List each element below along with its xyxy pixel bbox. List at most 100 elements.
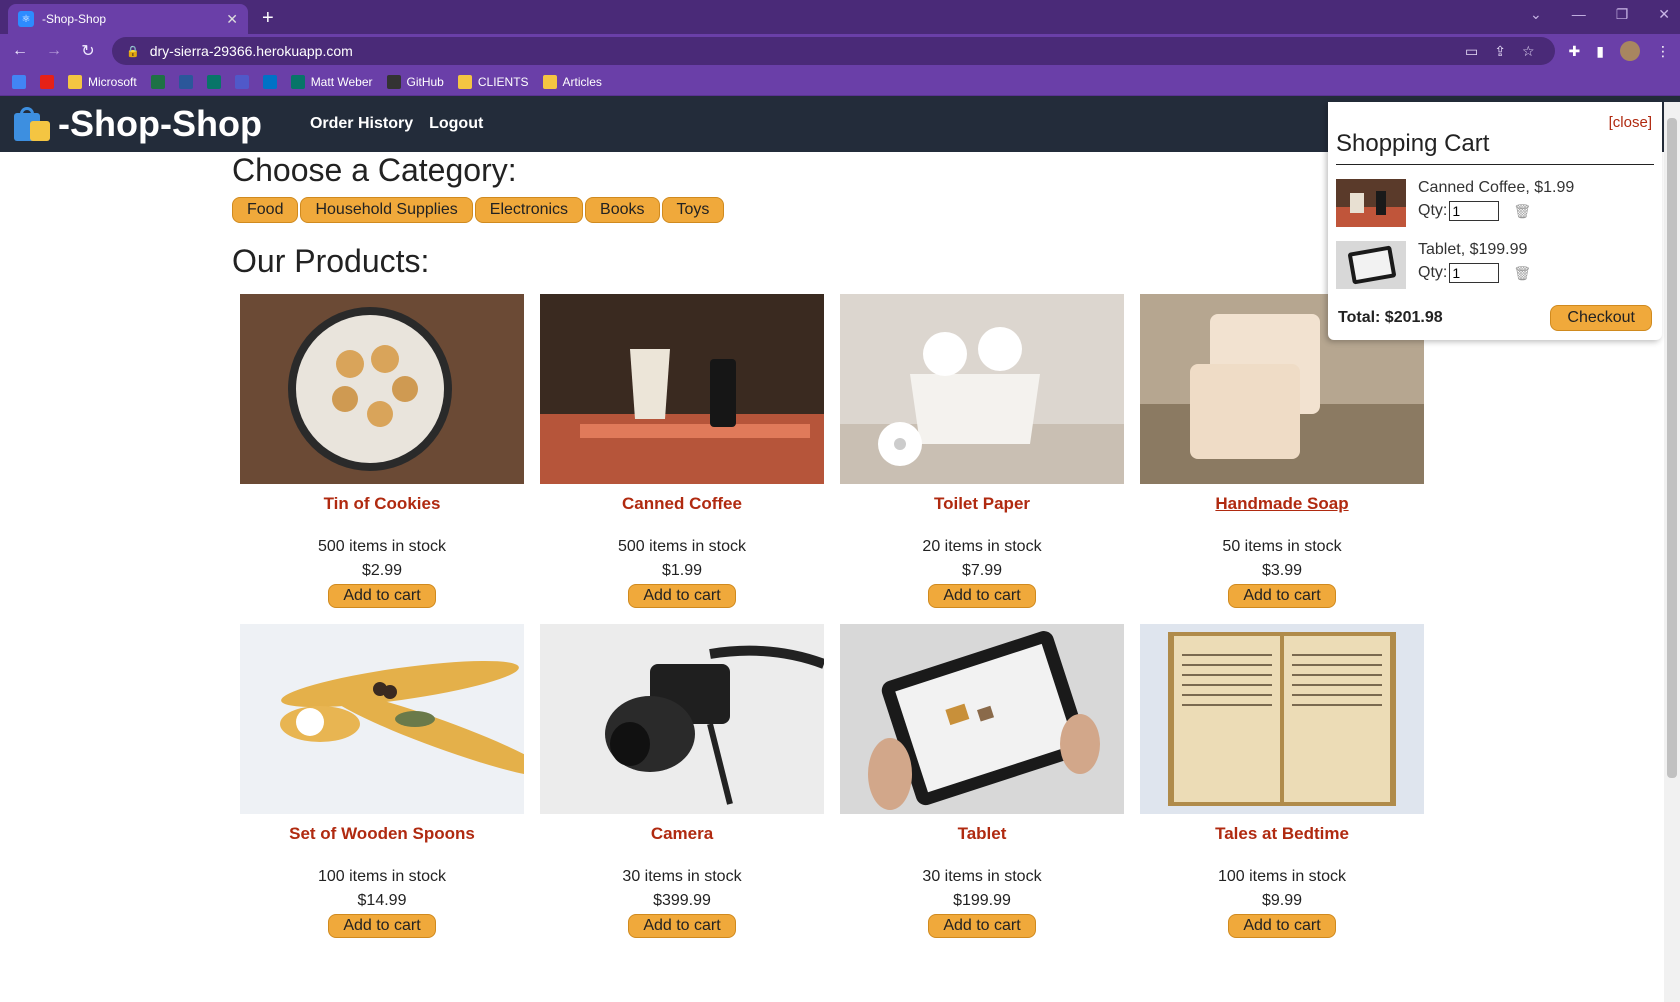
share-icon[interactable]: ⇪ <box>1494 43 1506 60</box>
bookmark-item[interactable] <box>262 74 277 89</box>
app-nav: Order History Logout <box>310 115 483 133</box>
order-history-link[interactable]: Order History <box>310 115 413 133</box>
bookmark-label: Microsoft <box>88 74 137 89</box>
trash-icon[interactable]: 🗑 <box>1513 203 1531 220</box>
add-to-cart-button[interactable]: Add to cart <box>1228 584 1336 608</box>
bookmark-icon <box>68 74 82 89</box>
tablet-thumbnail <box>1336 241 1406 289</box>
scrollbar-thumb[interactable] <box>1667 118 1677 778</box>
add-to-cart-button[interactable]: Add to cart <box>928 914 1036 938</box>
bookmark-item[interactable] <box>150 74 165 89</box>
product-name-link[interactable]: Tin of Cookies <box>240 494 524 514</box>
extensions-icon[interactable]: ✚ <box>1569 43 1581 60</box>
bookmark-item[interactable]: GitHub <box>386 74 444 89</box>
close-tab-icon[interactable]: ✕ <box>226 11 238 28</box>
qty-input[interactable] <box>1449 201 1500 221</box>
react-icon: ⚛ <box>18 11 34 27</box>
category-household-button[interactable]: Household Supplies <box>300 197 473 223</box>
bookmark-label: Matt Weber <box>310 74 373 89</box>
category-books-button[interactable]: Books <box>585 197 660 223</box>
product-price: $2.99 <box>361 562 403 579</box>
trash-icon[interactable]: 🗑 <box>1513 265 1531 282</box>
tablet-image[interactable] <box>840 624 1124 814</box>
chevron-down-icon[interactable]: ⌄ <box>1530 6 1542 23</box>
cart-title: Shopping Cart <box>1336 130 1654 165</box>
product-price: $7.99 <box>961 562 1003 579</box>
logo[interactable]: -Shop-Shop <box>14 103 262 145</box>
restore-icon[interactable]: ❐ <box>1616 6 1629 23</box>
product-card: Camera 30 items in stock $399.99 Add to car… <box>540 624 824 954</box>
bookmark-icon <box>206 74 221 89</box>
tab-title: -Shop-Shop <box>42 12 107 26</box>
product-name-link[interactable]: Canned Coffee <box>540 494 824 514</box>
add-to-cart-button[interactable]: Add to cart <box>928 584 1036 608</box>
bookmark-item[interactable]: Matt Weber <box>290 74 373 89</box>
profile-avatar[interactable] <box>1620 41 1640 61</box>
bookmark-item[interactable]: Articles <box>542 74 602 89</box>
product-stock: 100 items in stock <box>1217 868 1347 885</box>
window-controls: ⌄ — ❐ ✕ <box>1530 6 1670 23</box>
bookmark-item[interactable] <box>234 74 249 89</box>
bookmark-item[interactable] <box>12 74 26 89</box>
bookmark-icon <box>234 74 249 89</box>
new-tab-icon[interactable]: + <box>262 7 274 30</box>
bookmark-item[interactable] <box>206 74 221 89</box>
product-price: $199.99 <box>953 892 1011 909</box>
product-price: $14.99 <box>357 892 407 909</box>
add-to-cart-button[interactable]: Add to cart <box>628 584 736 608</box>
product-name-link[interactable]: Tablet <box>840 824 1124 844</box>
reload-icon[interactable]: ↻ <box>78 41 98 61</box>
bookmark-icon <box>150 74 165 89</box>
logout-link[interactable]: Logout <box>429 115 483 133</box>
tin-of-cookies-image[interactable] <box>240 294 524 484</box>
product-name-link[interactable]: Set of Wooden Spoons <box>240 824 524 844</box>
product-stock: 500 items in stock <box>617 538 747 555</box>
product-card: Tales at Bedtime 100 items in stock $9.99 A… <box>1140 624 1424 954</box>
camera-image[interactable] <box>540 624 824 814</box>
main-content: Choose a Category: Food Household Suppli… <box>232 152 1432 954</box>
toilet-paper-image[interactable] <box>840 294 1124 484</box>
bookmark-item[interactable] <box>40 74 54 89</box>
set-of-wooden-spoons-image[interactable] <box>240 624 524 814</box>
add-to-cart-button[interactable]: Add to cart <box>1228 914 1336 938</box>
minimize-icon[interactable]: — <box>1572 6 1586 23</box>
product-price: $1.99 <box>661 562 703 579</box>
product-name-link[interactable]: Toilet Paper <box>840 494 1124 514</box>
canned-coffee-image[interactable] <box>540 294 824 484</box>
product-grid: Tin of Cookies 500 items in stock $2.99 Add… <box>240 294 1432 954</box>
browser-tab[interactable]: ⚛ -Shop-Shop ✕ <box>8 4 248 34</box>
address-bar[interactable]: 🔒 dry-sierra-29366.herokuapp.com ▭ ⇪ ☆ <box>112 37 1555 65</box>
forward-icon[interactable]: → <box>44 42 64 60</box>
cart-close-button[interactable]: [close] <box>1609 114 1652 131</box>
back-icon[interactable]: ← <box>10 42 30 60</box>
product-name-link[interactable]: Tales at Bedtime <box>1140 824 1424 844</box>
bookmark-star-icon[interactable]: ☆ <box>1522 43 1535 60</box>
bookmark-item[interactable]: Microsoft <box>68 74 137 89</box>
page-scrollbar[interactable] <box>1664 102 1680 1002</box>
side-panel-icon[interactable]: ▮ <box>1596 43 1604 60</box>
bookmark-item[interactable]: CLIENTS <box>457 74 529 89</box>
category-electronics-button[interactable]: Electronics <box>474 197 584 223</box>
add-to-cart-button[interactable]: Add to cart <box>628 914 736 938</box>
product-card: Toilet Paper 20 items in stock $7.99 Add to… <box>840 294 1124 624</box>
tales-at-bedtime-image[interactable] <box>1140 624 1424 814</box>
menu-icon[interactable]: ⋮ <box>1656 43 1670 60</box>
cart-item-title: Tablet, $199.99 <box>1418 241 1528 258</box>
close-window-icon[interactable]: ✕ <box>1658 6 1670 23</box>
qty-input[interactable] <box>1449 263 1500 283</box>
category-toys-button[interactable]: Toys <box>661 197 725 223</box>
category-food-button[interactable]: Food <box>232 197 299 223</box>
product-stock: 500 items in stock <box>317 538 447 555</box>
shopping-cart: [close] Shopping Cart Canned Coffee, $1.… <box>1328 102 1662 340</box>
bookmarks-bar: Microsoft Matt Weber GitHub CLIENTS Articles <box>0 68 1680 96</box>
product-name-link[interactable]: Camera <box>540 824 824 844</box>
product-price: $399.99 <box>653 892 711 909</box>
add-to-cart-button[interactable]: Add to cart <box>328 584 436 608</box>
install-app-icon[interactable]: ▭ <box>1465 43 1478 60</box>
add-to-cart-button[interactable]: Add to cart <box>328 914 436 938</box>
checkout-button[interactable]: Checkout <box>1550 305 1652 331</box>
lock-icon[interactable]: 🔒 <box>126 45 140 58</box>
product-price: $3.99 <box>1261 562 1303 579</box>
bookmark-item[interactable] <box>178 74 193 89</box>
product-name-link[interactable]: Handmade Soap <box>1140 494 1424 514</box>
